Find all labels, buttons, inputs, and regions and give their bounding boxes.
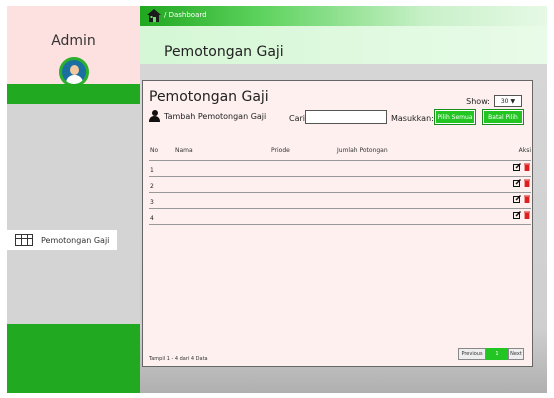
row-number: 4 — [150, 215, 154, 222]
table-info: Tampil 1 - 4 dari 4 Data — [149, 356, 208, 362]
table-header: No Nama Priode Jumlah Potongan Aksi — [149, 147, 531, 161]
column-header-jumlah: Jumlah Potongan — [337, 147, 388, 154]
sidebar-divider-top — [7, 84, 140, 104]
show-select[interactable]: 30 ▼ — [494, 95, 522, 107]
trash-icon[interactable] — [523, 211, 531, 219]
table-icon — [15, 234, 33, 246]
breadcrumb[interactable]: / Dashboard — [164, 11, 207, 19]
pagination-next[interactable]: Next — [508, 348, 524, 360]
table-row: 1 — [149, 161, 531, 177]
select-all-button[interactable]: Pilih Semua — [434, 109, 476, 125]
sidebar-divider-bottom — [7, 324, 140, 393]
row-number: 1 — [150, 167, 154, 174]
card-title: Pemotongan Gaji — [149, 89, 269, 105]
home-icon[interactable] — [147, 9, 161, 22]
page-header: Pemotongan Gaji — [140, 26, 547, 64]
masukkan-label: Masukkan: — [391, 114, 434, 123]
row-number: 3 — [150, 199, 154, 206]
pagination-previous[interactable]: Previous — [458, 348, 486, 360]
sidebar-menu-area — [7, 104, 140, 326]
row-number: 2 — [150, 183, 154, 190]
edit-icon[interactable] — [513, 163, 521, 171]
show-entries: Show: 30 ▼ — [466, 95, 522, 107]
table-row: 4 — [149, 209, 531, 225]
show-label: Show: — [466, 96, 490, 106]
trash-icon[interactable] — [523, 195, 531, 203]
edit-icon[interactable] — [513, 195, 521, 203]
column-header-aksi: Aksi — [518, 147, 531, 154]
edit-icon[interactable] — [513, 211, 521, 219]
user-icon — [149, 110, 160, 122]
chevron-down-icon: ▼ — [510, 97, 516, 105]
table-row: 3 — [149, 193, 531, 209]
show-value: 30 — [500, 97, 509, 105]
trash-icon[interactable] — [523, 179, 531, 187]
sidebar-title: Admin — [51, 33, 96, 49]
table-row: 2 — [149, 177, 531, 193]
sidebar-item-label: Pemotongan Gaji — [41, 235, 110, 245]
trash-icon[interactable] — [523, 163, 531, 171]
sidebar: Admin Pemotongan Gaji — [7, 6, 140, 393]
content-card: Pemotongan Gaji Show: 30 ▼ Tambah Pemoto… — [142, 80, 533, 367]
cancel-select-button[interactable]: Batal Pilih — [482, 109, 524, 125]
page-title: Pemotongan Gaji — [164, 44, 284, 60]
add-button[interactable]: Tambah Pemotongan Gaji — [149, 110, 266, 122]
avatar-head — [70, 65, 79, 75]
pagination-page-1[interactable]: 1 — [486, 348, 508, 360]
sidebar-item-pemotongan-gaji[interactable]: Pemotongan Gaji — [7, 230, 117, 250]
add-button-label: Tambah Pemotongan Gaji — [164, 111, 267, 121]
pagination: Previous 1 Next — [458, 348, 524, 360]
topbar: / Dashboard — [140, 6, 547, 26]
column-header-no: No — [150, 147, 159, 154]
avatar — [59, 57, 89, 87]
search-input[interactable] — [305, 110, 387, 124]
column-header-nama: Nama — [175, 147, 193, 154]
column-header-priode: Priode — [271, 147, 290, 154]
edit-icon[interactable] — [513, 179, 521, 187]
